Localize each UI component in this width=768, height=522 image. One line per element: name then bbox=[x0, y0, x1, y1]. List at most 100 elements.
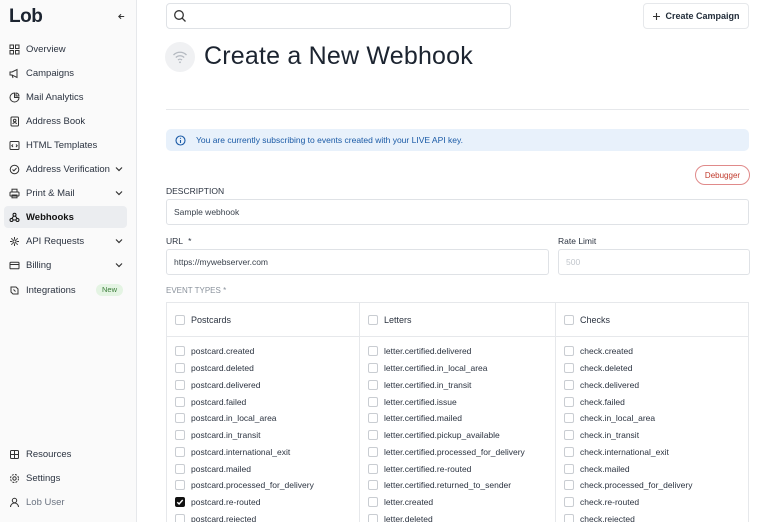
event-checkbox[interactable] bbox=[175, 480, 185, 491]
event-checkbox[interactable] bbox=[175, 513, 185, 522]
event-row[interactable]: letter.certified.mailed bbox=[360, 410, 555, 427]
chevron-down-icon[interactable] bbox=[114, 236, 124, 246]
event-checkbox[interactable] bbox=[368, 513, 378, 522]
event-checkbox[interactable] bbox=[368, 413, 378, 424]
sidebar-item-overview[interactable]: Overview bbox=[4, 38, 127, 60]
sidebar-item-address-book[interactable]: Address Book bbox=[4, 110, 127, 132]
sidebar-item-billing[interactable]: Billing bbox=[4, 254, 127, 276]
checkbox[interactable] bbox=[564, 314, 574, 325]
event-checkbox[interactable] bbox=[175, 363, 185, 374]
event-checkbox[interactable] bbox=[564, 396, 574, 407]
lob-logo[interactable]: Lob bbox=[9, 6, 43, 28]
event-checkbox[interactable] bbox=[564, 446, 574, 457]
page-title: Create a New Webhook bbox=[204, 42, 473, 70]
sidebar-item-api-requests[interactable]: API Requests bbox=[4, 230, 127, 252]
event-row[interactable]: letter.certified.delivered bbox=[360, 343, 555, 360]
event-checkbox[interactable] bbox=[175, 430, 185, 441]
event-checkbox[interactable] bbox=[368, 480, 378, 491]
event-checkbox[interactable] bbox=[368, 396, 378, 407]
chevron-down-icon[interactable] bbox=[114, 260, 124, 270]
event-row[interactable]: check.processed_for_delivery bbox=[556, 477, 748, 494]
event-row[interactable]: postcard.rejected bbox=[167, 511, 359, 522]
event-row[interactable]: letter.certified.re-routed bbox=[360, 460, 555, 477]
event-checkbox[interactable] bbox=[368, 463, 378, 474]
event-checkbox[interactable] bbox=[175, 497, 185, 508]
sidebar-item-campaigns[interactable]: Campaigns bbox=[4, 62, 127, 84]
checkbox[interactable] bbox=[368, 314, 378, 325]
event-row[interactable]: check.failed bbox=[556, 393, 748, 410]
sidebar-item-user[interactable]: Lob User bbox=[4, 491, 127, 513]
sidebar-item-print-mail[interactable]: Print & Mail bbox=[4, 182, 127, 204]
letters-header[interactable]: Letters bbox=[360, 303, 555, 337]
event-row[interactable]: postcard.created bbox=[167, 343, 359, 360]
event-row[interactable]: postcard.international_exit bbox=[167, 444, 359, 461]
event-row[interactable]: check.deleted bbox=[556, 360, 748, 377]
event-row[interactable]: letter.certified.in_local_area bbox=[360, 360, 555, 377]
event-checkbox[interactable] bbox=[564, 463, 574, 474]
event-checkbox[interactable] bbox=[368, 346, 378, 357]
sidebar-item-integrations[interactable]: Integrations New bbox=[4, 279, 127, 301]
event-row[interactable]: postcard.delivered bbox=[167, 377, 359, 394]
sidebar-item-address-verification[interactable]: Address Verification bbox=[4, 158, 127, 180]
event-checkbox[interactable] bbox=[175, 446, 185, 457]
event-row[interactable]: letter.certified.returned_to_sender bbox=[360, 477, 555, 494]
event-row[interactable]: check.rejected bbox=[556, 511, 748, 522]
event-row[interactable]: postcard.processed_for_delivery bbox=[167, 477, 359, 494]
event-row[interactable]: check.in_transit bbox=[556, 427, 748, 444]
description-input[interactable]: Sample webhook bbox=[166, 199, 749, 225]
event-row[interactable]: postcard.mailed bbox=[167, 460, 359, 477]
event-checkbox[interactable] bbox=[368, 430, 378, 441]
event-checkbox[interactable] bbox=[564, 497, 574, 508]
sidebar-item-resources[interactable]: Resources bbox=[4, 443, 127, 465]
event-checkbox[interactable] bbox=[564, 513, 574, 522]
event-checkbox[interactable] bbox=[564, 379, 574, 390]
event-checkbox[interactable] bbox=[175, 379, 185, 390]
event-row[interactable]: postcard.deleted bbox=[167, 360, 359, 377]
chevron-down-icon[interactable] bbox=[114, 188, 124, 198]
event-row[interactable]: check.international_exit bbox=[556, 444, 748, 461]
event-row[interactable]: letter.certified.issue bbox=[360, 393, 555, 410]
event-label: postcard.delivered bbox=[191, 379, 261, 390]
event-checkbox[interactable] bbox=[564, 346, 574, 357]
event-row[interactable]: postcard.re-routed bbox=[167, 494, 359, 511]
event-checkbox[interactable] bbox=[175, 413, 185, 424]
checkbox[interactable] bbox=[175, 314, 185, 325]
sidebar-item-mail-analytics[interactable]: Mail Analytics bbox=[4, 86, 127, 108]
url-input[interactable]: https://mywebserver.com bbox=[166, 249, 549, 275]
event-checkbox[interactable] bbox=[368, 379, 378, 390]
event-checkbox[interactable] bbox=[368, 363, 378, 374]
event-row[interactable]: check.in_local_area bbox=[556, 410, 748, 427]
collapse-sidebar-icon[interactable] bbox=[114, 9, 128, 23]
chevron-down-icon[interactable] bbox=[114, 164, 124, 174]
event-checkbox[interactable] bbox=[564, 413, 574, 424]
event-row[interactable]: letter.deleted bbox=[360, 511, 555, 522]
event-row[interactable]: letter.created bbox=[360, 494, 555, 511]
debugger-button[interactable]: Debugger bbox=[695, 165, 750, 185]
event-row[interactable]: check.delivered bbox=[556, 377, 748, 394]
postcards-header[interactable]: Postcards bbox=[167, 303, 359, 337]
event-row[interactable]: postcard.failed bbox=[167, 393, 359, 410]
event-checkbox[interactable] bbox=[564, 480, 574, 491]
event-row[interactable]: check.mailed bbox=[556, 460, 748, 477]
create-campaign-button[interactable]: Create Campaign bbox=[643, 3, 749, 29]
event-row[interactable]: postcard.in_transit bbox=[167, 427, 359, 444]
event-checkbox[interactable] bbox=[175, 463, 185, 474]
event-row[interactable]: letter.certified.processed_for_delivery bbox=[360, 444, 555, 461]
event-row[interactable]: postcard.in_local_area bbox=[167, 410, 359, 427]
event-row[interactable]: check.re-routed bbox=[556, 494, 748, 511]
event-checkbox[interactable] bbox=[368, 497, 378, 508]
event-checkbox[interactable] bbox=[175, 396, 185, 407]
sidebar-item-webhooks[interactable]: Webhooks bbox=[4, 206, 127, 228]
event-row[interactable]: check.created bbox=[556, 343, 748, 360]
event-checkbox[interactable] bbox=[175, 346, 185, 357]
sidebar-item-settings[interactable]: Settings bbox=[4, 467, 127, 489]
event-checkbox[interactable] bbox=[368, 446, 378, 457]
rate-limit-input[interactable]: 500 bbox=[558, 249, 750, 275]
event-checkbox[interactable] bbox=[564, 363, 574, 374]
event-row[interactable]: letter.certified.in_transit bbox=[360, 377, 555, 394]
search-input[interactable] bbox=[166, 3, 511, 29]
checks-header[interactable]: Checks bbox=[556, 303, 748, 337]
event-checkbox[interactable] bbox=[564, 430, 574, 441]
sidebar-item-html-templates[interactable]: HTML Templates bbox=[4, 134, 127, 156]
event-row[interactable]: letter.certified.pickup_available bbox=[360, 427, 555, 444]
